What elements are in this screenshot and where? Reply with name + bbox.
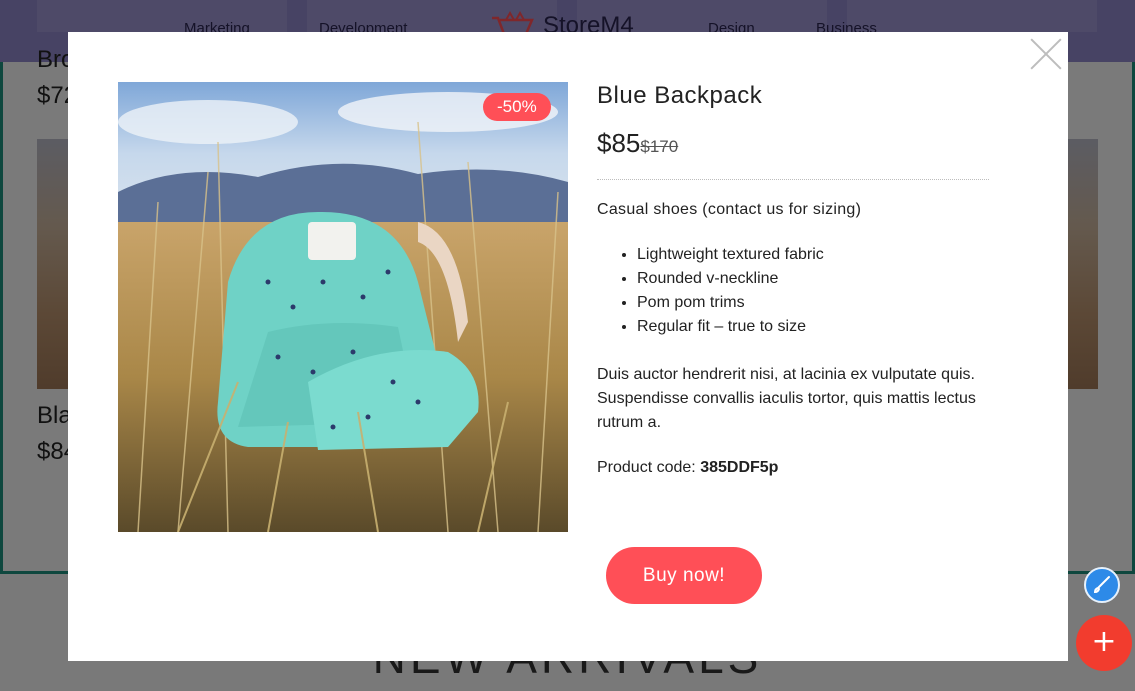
discount-badge: -50%	[483, 93, 551, 121]
close-icon[interactable]	[1029, 37, 1063, 71]
price-row: $85 $170	[597, 128, 989, 159]
buy-now-button[interactable]: Buy now!	[606, 547, 762, 604]
list-item: Lightweight textured fabric	[637, 243, 989, 267]
product-subtitle: Casual shoes (contact us for sizing)	[597, 201, 862, 218]
plus-icon: +	[1091, 624, 1117, 659]
product-description: Duis auctor hendrerit nisi, at lacinia e…	[597, 366, 976, 431]
product-image: -50%	[118, 82, 568, 532]
product-title: Blue Backpack	[597, 82, 763, 109]
add-button[interactable]: +	[1076, 615, 1132, 671]
product-modal: -50% Blue Backpack $85 $170 Casual shoes…	[68, 32, 1068, 661]
old-price: $170	[640, 137, 679, 156]
brush-icon[interactable]	[1084, 567, 1120, 603]
product-code: Product code: 385DDF5p	[597, 459, 989, 477]
product-info: Blue Backpack $85 $170 Casual shoes (con…	[597, 82, 989, 477]
product-code-value: 385DDF5p	[700, 459, 779, 476]
product-code-label: Product code:	[597, 459, 696, 476]
feature-list: Lightweight textured fabric Rounded v-ne…	[597, 243, 989, 339]
divider	[597, 179, 989, 180]
list-item: Pom pom trims	[637, 291, 989, 315]
list-item: Rounded v-neckline	[637, 267, 989, 291]
backpack-photo	[118, 82, 568, 532]
brush-glyph	[1093, 576, 1110, 594]
list-item: Regular fit – true to size	[637, 315, 989, 339]
current-price: $85	[597, 128, 641, 158]
